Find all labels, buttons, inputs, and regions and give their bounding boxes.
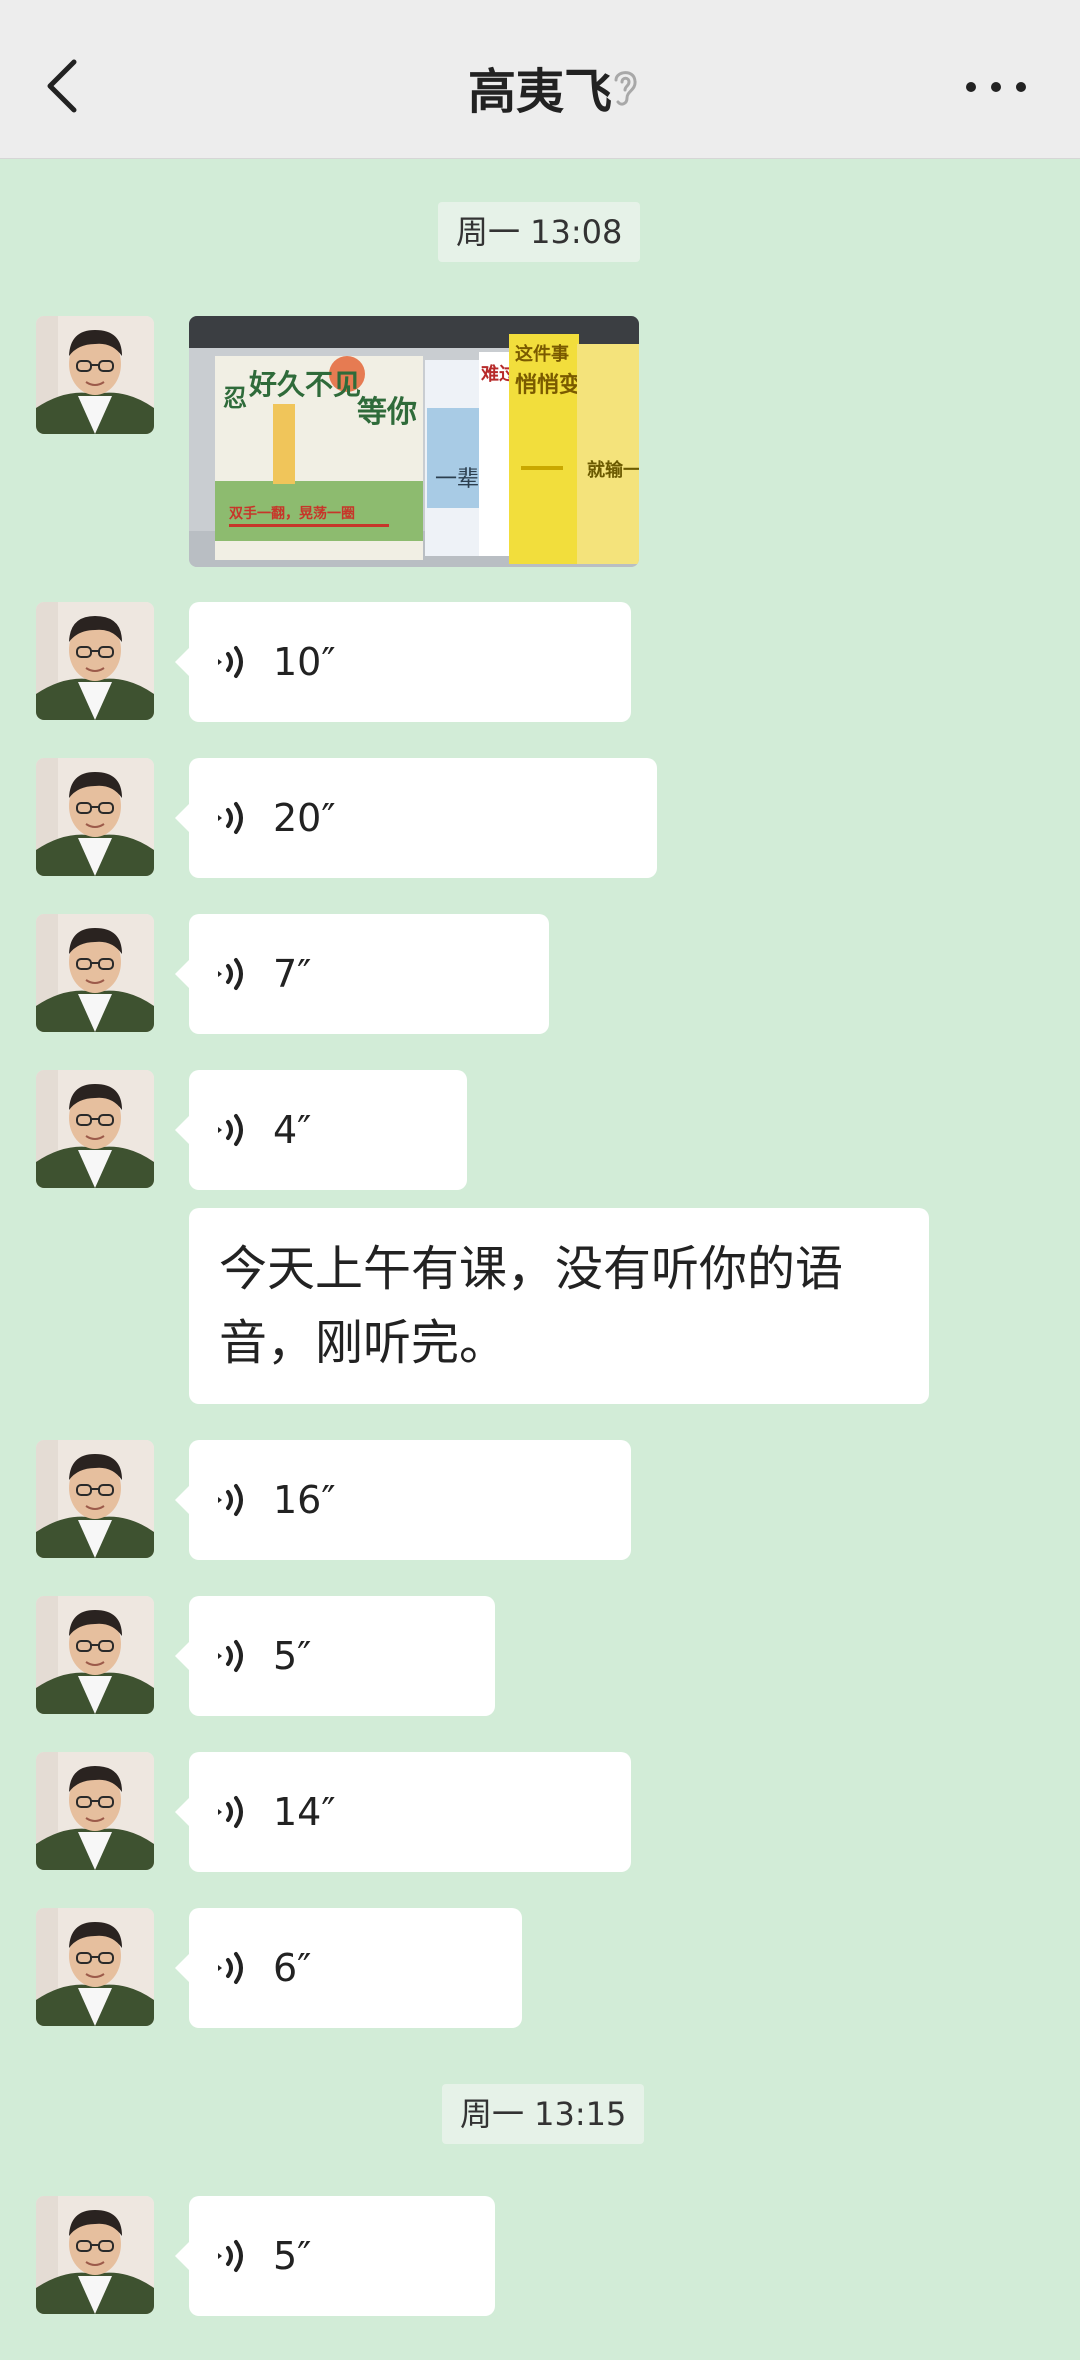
voice-duration: 5″ <box>273 2234 312 2278</box>
voice-message[interactable]: 5″ <box>175 1596 495 1716</box>
voice-message[interactable]: 7″ <box>175 914 549 1034</box>
voice-icon <box>218 1114 243 1146</box>
avatar[interactable] <box>36 2196 154 2314</box>
text-message[interactable]: 今天上午有课，没有听你的语音，刚听完。 <box>189 1208 929 1404</box>
voice-message[interactable]: 16″ <box>175 1440 631 1560</box>
voice-message[interactable]: 4″ <box>175 1070 467 1190</box>
voice-icon <box>218 2240 243 2272</box>
book5-top: 这件事 <box>515 343 569 364</box>
voice-duration: 6″ <box>273 1946 312 1990</box>
voice-duration: 10″ <box>273 640 336 684</box>
more-dot <box>1016 82 1026 92</box>
timestamp: 周一 13:08 <box>438 202 641 262</box>
voice-icon <box>218 1796 243 1828</box>
top-bar: 高夷飞 <box>0 0 1080 159</box>
avatar[interactable] <box>36 1440 154 1558</box>
voice-icon <box>218 1952 243 1984</box>
avatar[interactable] <box>36 1752 154 1870</box>
book-cover: 好久不见 忍 等你 双手一翻，晃荡一圈 <box>215 356 423 560</box>
avatar[interactable] <box>36 758 154 876</box>
voice-icon <box>218 802 243 834</box>
voice-message[interactable]: 5″ <box>175 2196 495 2316</box>
avatar[interactable] <box>36 316 154 434</box>
voice-duration: 4″ <box>273 1108 312 1152</box>
book2-title: 等你 <box>357 395 417 429</box>
voice-icon <box>218 646 243 678</box>
voice-message[interactable]: 6″ <box>175 1908 522 2028</box>
voice-icon <box>218 1484 243 1516</box>
voice-message[interactable]: 14″ <box>175 1752 631 1872</box>
more-dot <box>991 82 1001 92</box>
avatar[interactable] <box>36 1908 154 2026</box>
photo-message[interactable]: 好久不见 忍 等你 双手一翻，晃荡一圈 一辈子吧 难过我在 这件事 悄悄变好 就… <box>189 316 639 567</box>
avatar[interactable] <box>36 1596 154 1714</box>
avatar[interactable] <box>36 914 154 1032</box>
timestamp: 周一 13:15 <box>442 2084 645 2144</box>
more-dot <box>966 82 976 92</box>
book6-title: 就输一会 <box>587 459 639 480</box>
voice-duration: 5″ <box>273 1634 312 1678</box>
book1-title: 好久不见 <box>248 369 361 400</box>
book-cover: 就输一会 <box>577 344 639 564</box>
more-button[interactable] <box>966 80 1026 94</box>
ear-icon <box>614 71 637 106</box>
chat-title: 高夷飞 <box>467 64 612 120</box>
voice-message[interactable]: 10″ <box>175 602 631 722</box>
book-caption: 双手一翻，晃荡一圈 <box>229 505 355 521</box>
book1-side-text: 忍 <box>223 385 247 412</box>
voice-duration: 14″ <box>273 1790 336 1834</box>
voice-icon <box>218 1640 243 1672</box>
avatar[interactable] <box>36 1070 154 1188</box>
voice-message[interactable]: 20″ <box>175 758 657 878</box>
voice-duration: 7″ <box>273 952 312 996</box>
voice-duration: 20″ <box>273 796 336 840</box>
voice-duration: 16″ <box>273 1478 336 1522</box>
avatar[interactable] <box>36 602 154 720</box>
voice-icon <box>218 958 243 990</box>
